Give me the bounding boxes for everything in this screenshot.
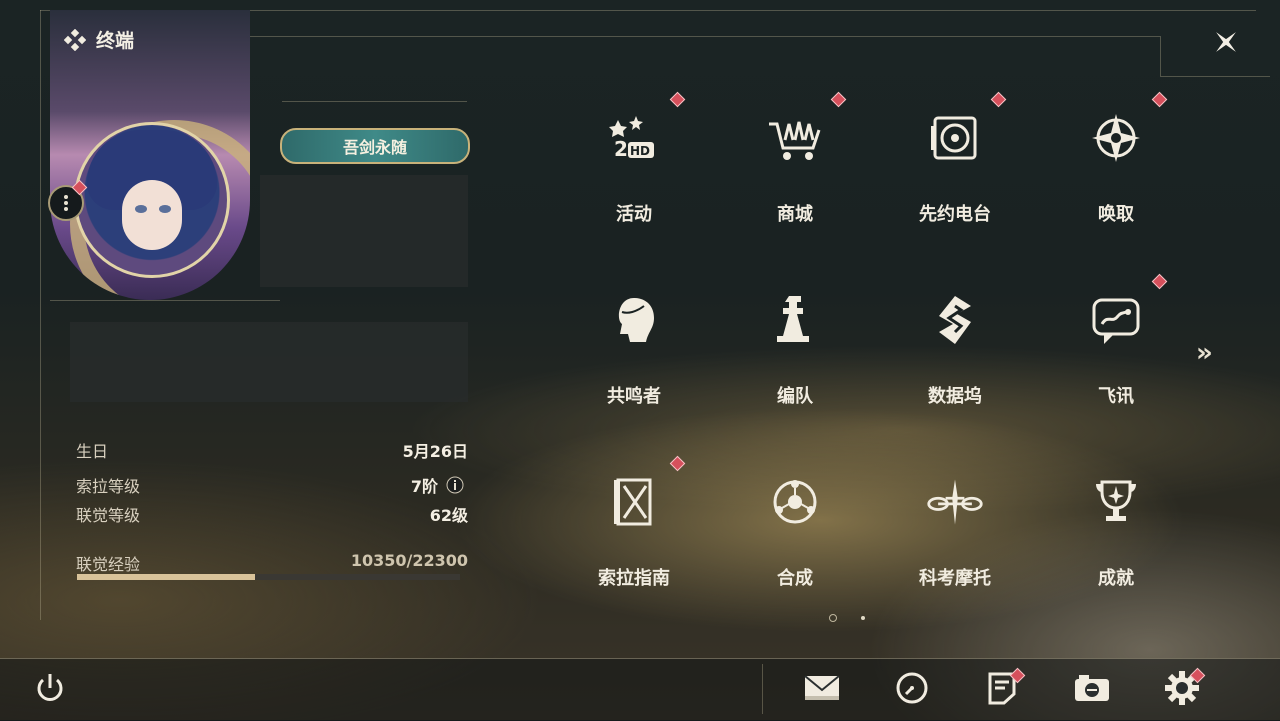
menu-item-synthesis[interactable]: 合成 xyxy=(745,458,845,608)
blurred-name-panel xyxy=(260,175,468,287)
menu-item-label: 数据坞 xyxy=(928,386,982,407)
blurred-signature-panel xyxy=(70,322,468,402)
profile-divider xyxy=(50,300,280,301)
menu-item-label: 先约电台 xyxy=(919,204,991,225)
convene-compass-icon xyxy=(1086,108,1146,168)
radio-record-icon xyxy=(925,108,985,168)
menu-item-label: 商城 xyxy=(777,204,813,225)
settings-gear-button[interactable] xyxy=(1164,667,1206,708)
message-chat-icon xyxy=(1086,290,1146,350)
motorcycle-icon xyxy=(925,472,985,532)
menu-item-shop-cart[interactable]: 商城 xyxy=(745,91,847,244)
clock-button[interactable] xyxy=(894,672,930,708)
menu-item-message-chat[interactable]: 飞讯 xyxy=(1066,273,1168,426)
mail-icon xyxy=(803,674,841,706)
power-icon xyxy=(33,671,67,709)
menu-item-team-chess[interactable]: 编队 xyxy=(745,276,845,426)
stat-sola-level: 索拉等级 7阶 xyxy=(76,473,468,497)
menu-item-guide-book[interactable]: 索拉指南 xyxy=(584,455,686,608)
name-underline xyxy=(282,101,467,102)
menu-item-label: 成就 xyxy=(1098,568,1134,589)
avatar[interactable] xyxy=(74,122,230,278)
event-2hd-icon: 2 HD xyxy=(604,108,664,168)
notice-button[interactable] xyxy=(984,667,1026,708)
stat-union-level: 联觉等级 62级 xyxy=(76,506,468,525)
bottom-divider xyxy=(762,664,763,714)
stat-birthday: 生日 5月26日 xyxy=(76,442,468,461)
notification-badge xyxy=(669,455,686,472)
diamond-cluster-icon xyxy=(64,28,86,51)
stat-union-exp: 联觉经验 10350/22300 xyxy=(76,551,468,574)
menu-item-label: 唤取 xyxy=(1098,204,1134,225)
menu-item-label: 合成 xyxy=(777,568,813,589)
notification-badge xyxy=(1151,273,1168,290)
resonator-head-icon xyxy=(604,290,664,350)
menu-item-data-bank[interactable]: 数据坞 xyxy=(905,276,1005,426)
page-indicator-1[interactable] xyxy=(829,614,837,622)
menu-item-label: 共鸣者 xyxy=(607,386,661,407)
trophy-icon xyxy=(1086,472,1146,532)
menu-item-label: 科考摩托 xyxy=(919,568,991,589)
team-chess-icon xyxy=(765,290,825,350)
mail-button[interactable] xyxy=(804,672,840,708)
menu-item-motorcycle[interactable]: 科考摩托 xyxy=(905,458,1005,608)
menu-item-label: 索拉指南 xyxy=(598,568,670,589)
camera-icon xyxy=(1073,673,1111,707)
menu-item-trophy[interactable]: 成就 xyxy=(1066,458,1166,608)
menu-item-label: 编队 xyxy=(777,386,813,407)
menu-item-event-2hd[interactable]: 2 HD 活动 xyxy=(584,91,686,244)
close-star-icon xyxy=(1216,32,1236,52)
menu-item-label: 活动 xyxy=(616,204,652,225)
menu-item-convene-compass[interactable]: 唤取 xyxy=(1066,91,1168,244)
guide-book-icon xyxy=(604,472,664,532)
svg-text:2: 2 xyxy=(614,137,628,161)
synthesis-icon xyxy=(765,472,825,532)
notification-badge xyxy=(1151,91,1168,108)
panel-header: 终端 xyxy=(64,26,134,53)
more-vertical-icon xyxy=(64,195,68,211)
notification-badge xyxy=(830,91,847,108)
page-indicator-2[interactable] xyxy=(861,616,865,620)
notification-badge xyxy=(990,91,1007,108)
camera-button[interactable] xyxy=(1074,672,1110,708)
frame-left-line xyxy=(40,10,41,620)
title-badge-text: 吾剑永随 xyxy=(342,138,407,157)
next-page-arrow[interactable]: » xyxy=(1196,338,1213,368)
menu-item-radio-record[interactable]: 先约电台 xyxy=(905,91,1007,244)
frame-right-short xyxy=(1160,76,1270,77)
shop-cart-icon xyxy=(765,108,825,168)
menu-item-label: 飞讯 xyxy=(1098,386,1134,407)
info-icon[interactable] xyxy=(446,476,464,494)
frame-right-curve xyxy=(1160,36,1161,76)
exp-progress-fill xyxy=(77,574,255,580)
exp-progress-bar xyxy=(77,574,460,580)
svg-text:HD: HD xyxy=(630,144,650,158)
title-badge[interactable]: 吾剑永随 xyxy=(280,128,470,164)
frame-inner-line xyxy=(250,36,1160,37)
panel-title: 终端 xyxy=(96,30,135,52)
data-bank-icon xyxy=(925,290,985,350)
clock-icon xyxy=(895,671,929,709)
notification-badge xyxy=(669,91,686,108)
close-button[interactable] xyxy=(1206,22,1246,62)
power-button[interactable] xyxy=(32,672,68,708)
menu-item-resonator-head[interactable]: 共鸣者 xyxy=(584,276,684,426)
